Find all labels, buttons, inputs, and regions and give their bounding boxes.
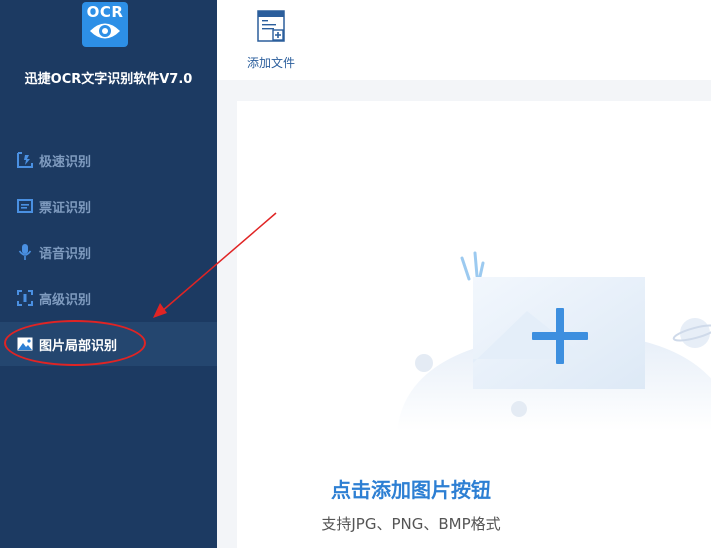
sidebar: OCR 迅捷OCR文字识别软件V7.0 极速识别 票证识别 语音识别 高级识别 … (0, 0, 217, 548)
fast-scan-icon (16, 151, 34, 169)
app-logo: OCR (82, 2, 128, 47)
sidebar-item-fast-recognition[interactable]: 极速识别 (0, 138, 217, 182)
microphone-icon (16, 243, 34, 261)
ticket-icon (16, 197, 34, 215)
eye-icon (90, 23, 120, 39)
scan-frame-icon (16, 289, 34, 307)
annotation-ellipse (4, 320, 146, 366)
sidebar-item-advanced-recognition[interactable]: 高级识别 (0, 276, 217, 320)
sidebar-item-label: 高级识别 (39, 292, 92, 308)
logo-text: OCR (86, 3, 124, 21)
app-title: 迅捷OCR文字识别软件V7.0 (24, 72, 193, 87)
upload-illustration (397, 251, 711, 431)
main-area: 添加文件 点击添加图片按钮 支持JPG、PNG、BMP格式 (217, 0, 711, 548)
dropzone-title[interactable]: 点击添加图片按钮 (87, 474, 711, 503)
sidebar-item-label: 票证识别 (39, 200, 92, 216)
sidebar-item-voice-recognition[interactable]: 语音识别 (0, 230, 217, 274)
add-file-icon (257, 10, 285, 42)
image-drop-zone[interactable]: 点击添加图片按钮 支持JPG、PNG、BMP格式 (237, 101, 711, 548)
add-file-button[interactable]: 添加文件 (243, 8, 299, 72)
sidebar-item-ticket-recognition[interactable]: 票证识别 (0, 184, 217, 228)
add-file-label: 添加文件 (246, 56, 295, 70)
toolbar: 添加文件 (217, 0, 711, 80)
dropzone-subtitle: 支持JPG、PNG、BMP格式 (321, 515, 501, 533)
sidebar-item-label: 语音识别 (39, 246, 92, 262)
sidebar-item-label: 极速识别 (39, 154, 92, 170)
